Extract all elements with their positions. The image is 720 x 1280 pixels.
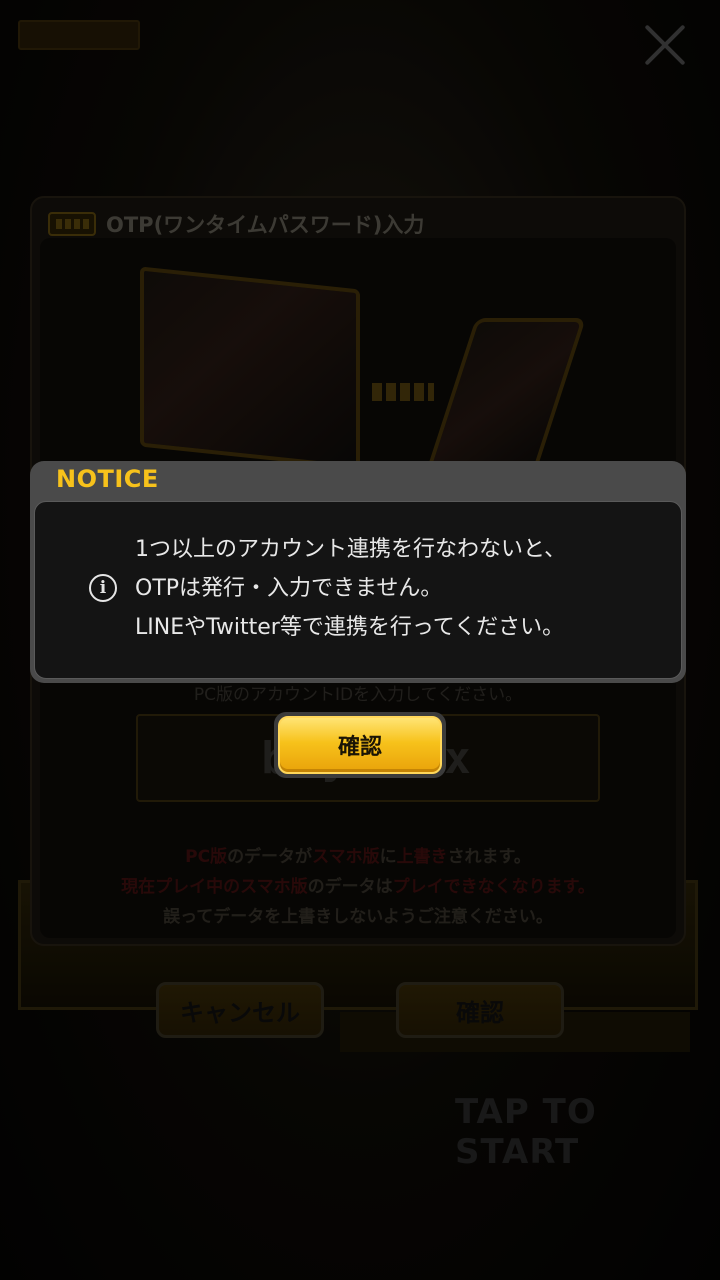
notice-line: LINEやTwitter等で連携を行ってください。	[135, 615, 565, 640]
info-icon: i	[89, 574, 117, 602]
notice-message: 1つ以上のアカウント連携を行なわないと、 OTPは発行・入力できません。 LIN…	[135, 530, 566, 647]
notice-body: i 1つ以上のアカウント連携を行なわないと、 OTPは発行・入力できません。 L…	[34, 501, 682, 679]
notice-confirm-label: 確認	[278, 716, 442, 774]
notice-dialog: NOTICE i 1つ以上のアカウント連携を行なわないと、 OTPは発行・入力で…	[30, 461, 686, 683]
notice-confirm-button[interactable]: 確認	[274, 712, 446, 778]
notice-line: OTPは発行・入力できません。	[135, 576, 443, 601]
notice-line: 1つ以上のアカウント連携を行なわないと、	[135, 537, 567, 562]
notice-title: NOTICE	[56, 465, 159, 493]
